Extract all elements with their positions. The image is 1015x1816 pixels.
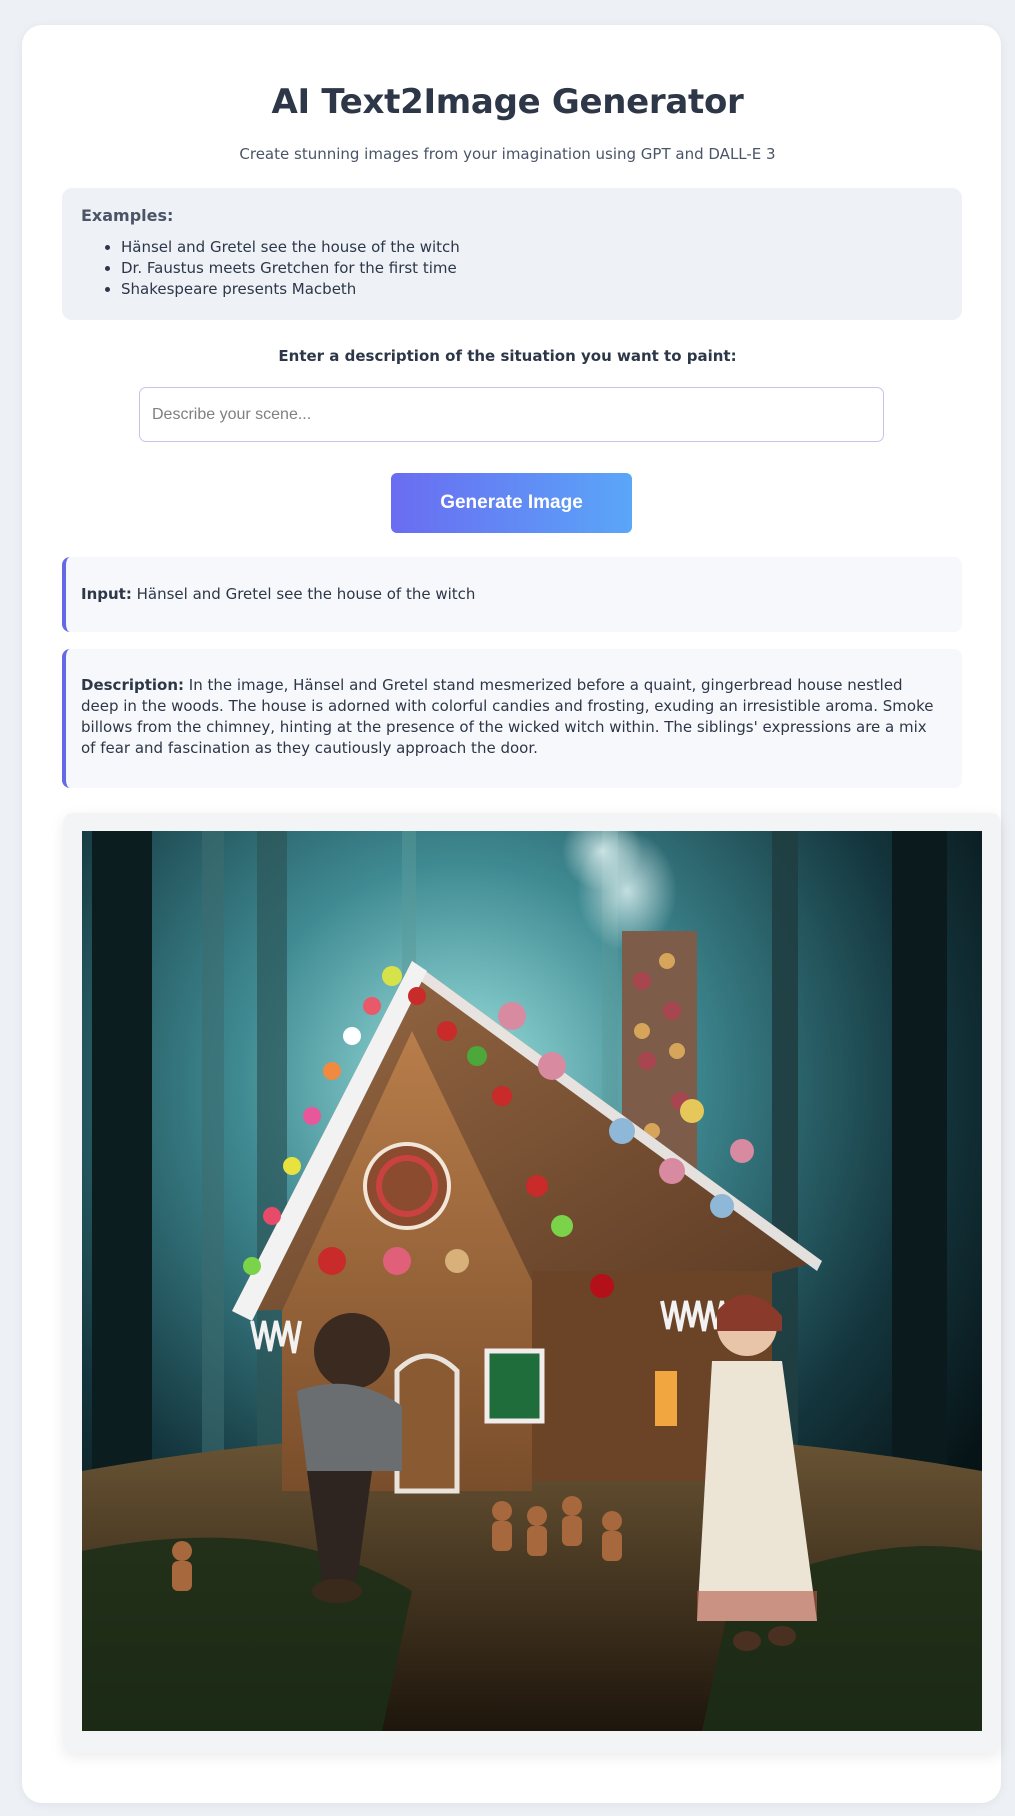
generate-image-button[interactable]: Generate Image [391, 473, 632, 533]
examples-list: Hänsel and Gretel see the house of the w… [121, 237, 943, 300]
example-item: Shakespeare presents Macbeth [121, 279, 943, 300]
input-result-label: Input: [81, 585, 132, 603]
example-item: Hänsel and Gretel see the house of the w… [121, 237, 943, 258]
input-result-panel: Input: Hänsel and Gretel see the house o… [62, 557, 962, 632]
scene-input-label: Enter a description of the situation you… [278, 347, 737, 365]
example-item: Dr. Faustus meets Gretchen for the first… [121, 258, 943, 279]
description-result-label: Description: [81, 676, 185, 694]
examples-box: Examples: Hänsel and Gretel see the hous… [62, 188, 962, 320]
input-result-text: Hänsel and Gretel see the house of the w… [136, 585, 476, 603]
description-result-text: In the image, Hänsel and Gretel stand me… [81, 676, 934, 757]
description-result-panel: Description: In the image, Hänsel and Gr… [62, 649, 962, 788]
scene-input[interactable] [139, 387, 884, 442]
examples-heading: Examples: [81, 206, 174, 225]
page-title: AI Text2Image Generator [271, 82, 744, 122]
page-subtitle: Create stunning images from your imagina… [239, 145, 776, 163]
generated-image [82, 831, 982, 1731]
